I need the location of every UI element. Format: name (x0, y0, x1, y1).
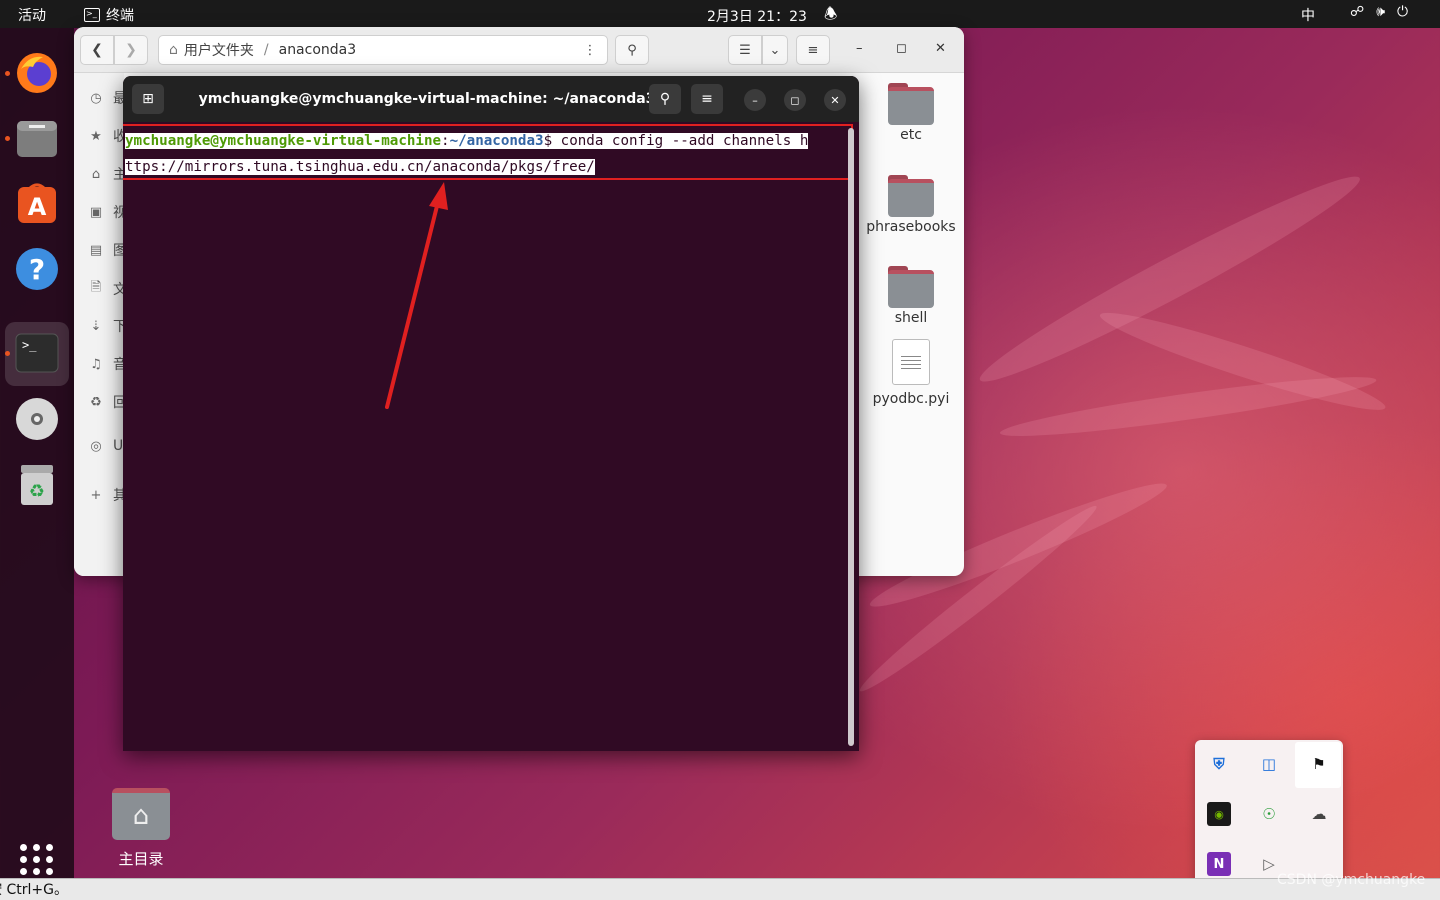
bookmark-icon[interactable]: ⚑ (1307, 752, 1331, 776)
nvidia-icon[interactable]: ◉ (1207, 802, 1231, 826)
cloud-icon[interactable]: ☁ (1307, 802, 1331, 826)
status-strip: 按 Ctrl+G。 (0, 878, 1440, 900)
globe-download-icon[interactable]: ☉ (1257, 802, 1281, 826)
home-folder-icon: ⌂ (112, 788, 170, 840)
watermark: CSDN @ymchuangke (1277, 872, 1426, 888)
security-shield-icon[interactable]: ⛨ (1207, 752, 1231, 776)
status-text: 按 Ctrl+G。 (0, 882, 68, 898)
bitwarden-icon[interactable]: ◫ (1257, 752, 1281, 776)
desktop-home-label: 主目录 (118, 850, 164, 868)
desktop-home-folder[interactable]: ⌂ 主目录 (108, 788, 174, 869)
onenote-icon[interactable]: N (1207, 852, 1231, 876)
system-tray-popup: ⛨ ◫ ⚑ ◉ ☉ ☁ N ▷ (1195, 740, 1343, 888)
